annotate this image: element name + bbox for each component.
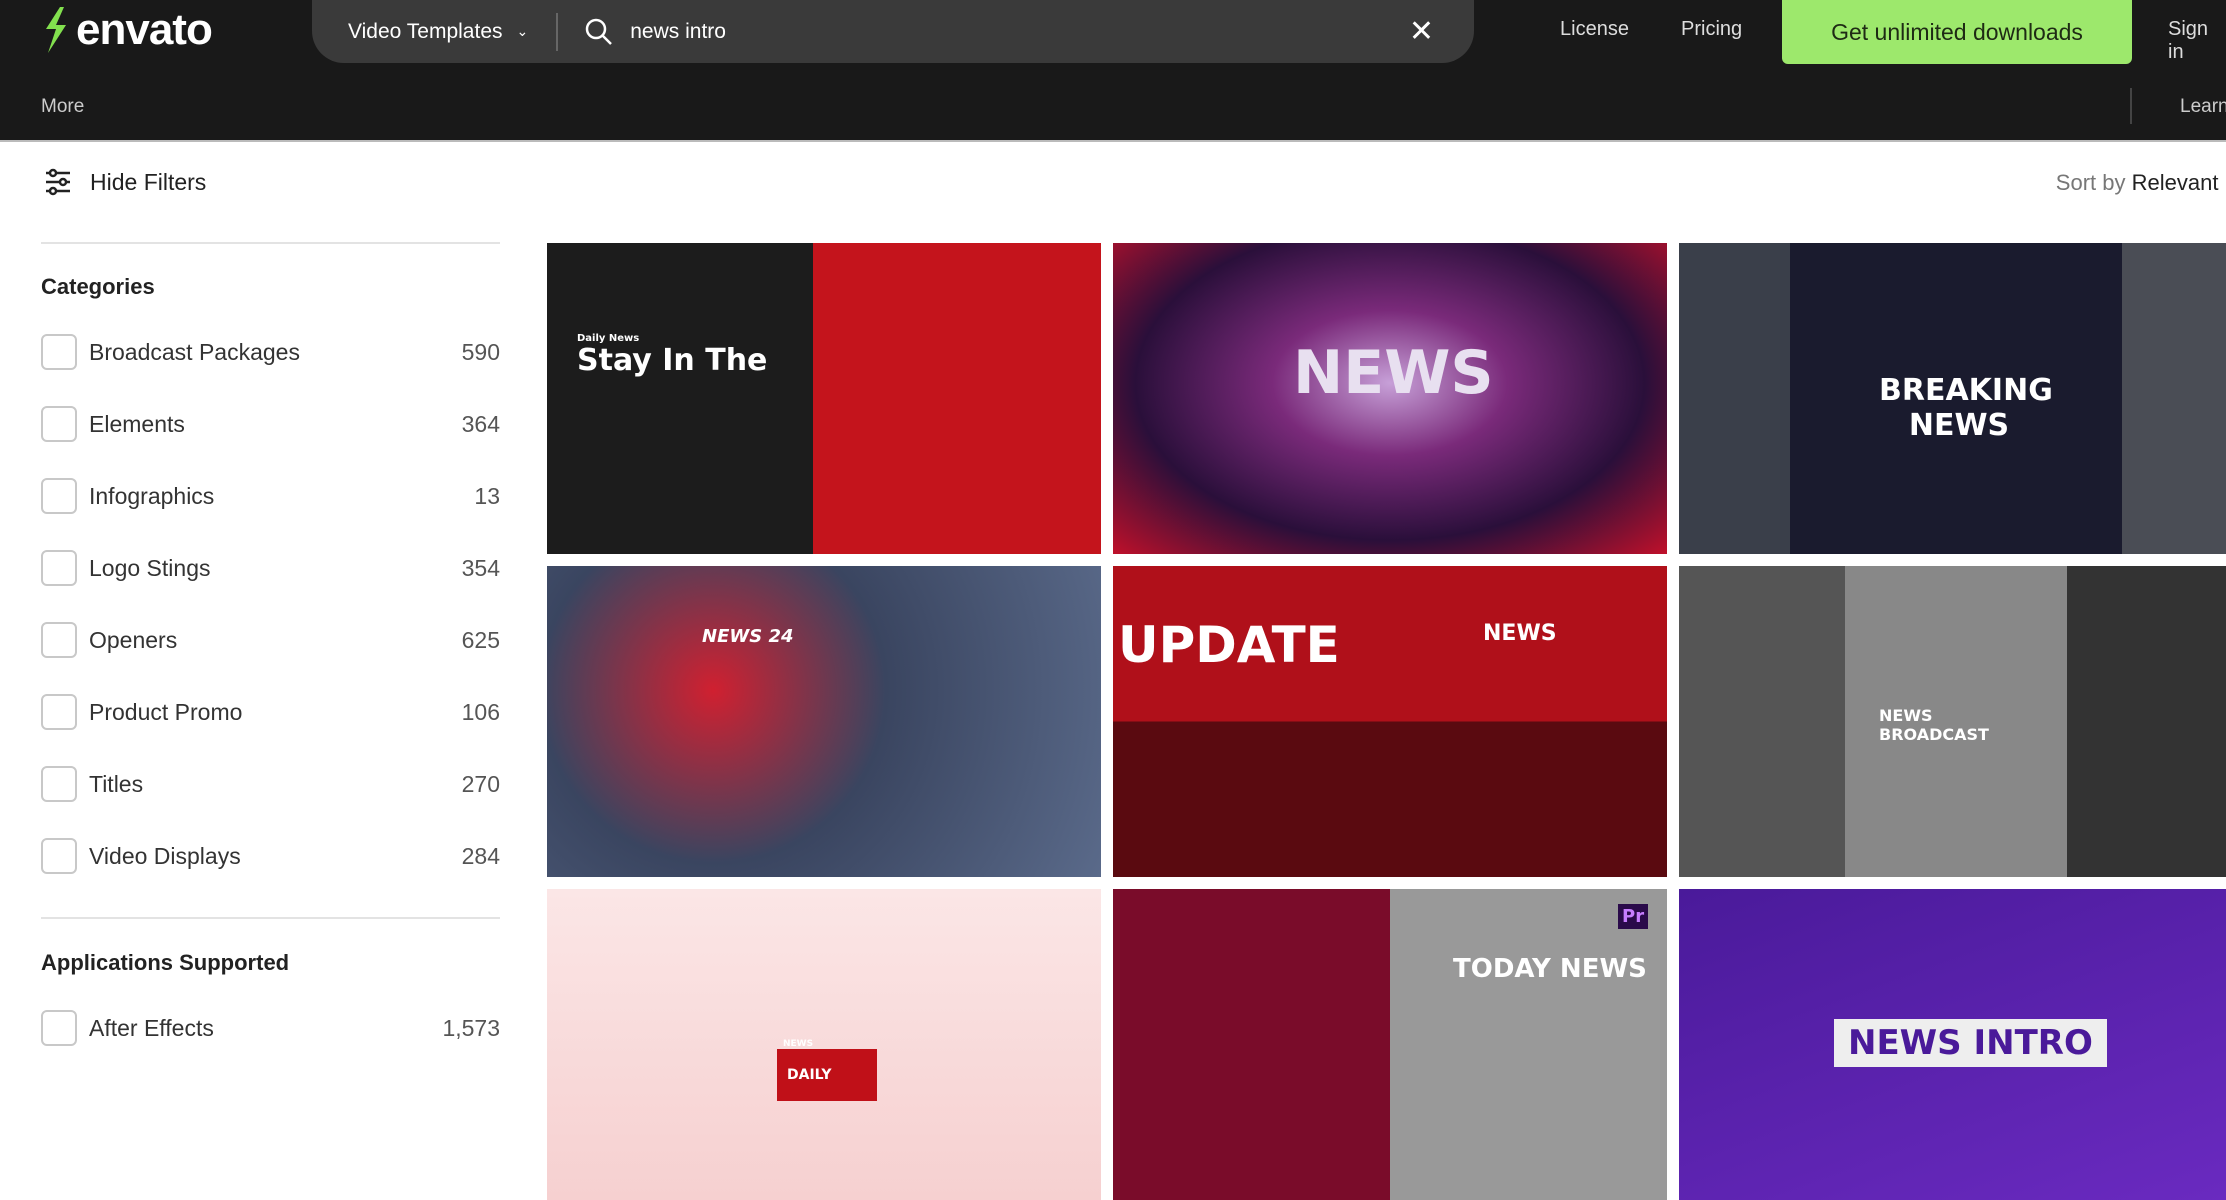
thumbnail-title: NEWS 24: [702, 626, 794, 647]
divider: [41, 242, 500, 244]
thumbnail-subtitle: NEWS: [1483, 621, 1557, 646]
category-filter[interactable]: Titles 270: [41, 766, 500, 802]
checkbox[interactable]: [41, 1010, 77, 1046]
nav-pricing[interactable]: Pricing: [1681, 18, 1742, 41]
filter-count: 625: [461, 626, 500, 653]
thumbnail-title: UPDATE: [1118, 616, 1340, 674]
result-thumbnail[interactable]: BREAKING NEWS: [1679, 243, 2226, 554]
result-thumbnail[interactable]: DAILY NEWS: [547, 889, 1101, 1200]
filter-count: 284: [461, 842, 500, 869]
filter-label: Logo Stings: [89, 554, 211, 581]
checkbox[interactable]: [41, 694, 77, 730]
search-icon: [585, 18, 613, 45]
filter-label: Broadcast Packages: [89, 338, 300, 365]
checkbox[interactable]: [41, 766, 77, 802]
result-thumbnail[interactable]: Stay In The Daily News: [547, 243, 1101, 554]
category-filter[interactable]: Video Displays 284: [41, 838, 500, 874]
search-bar: Video Templates ⌄ news intro ✕: [312, 0, 1474, 63]
thumbnail-title: Stay In The: [577, 343, 768, 378]
thumbnail-title: DAILY: [777, 1049, 877, 1101]
filter-label: Titles: [89, 770, 144, 797]
category-label: Video Templates: [348, 19, 503, 43]
checkbox[interactable]: [41, 478, 77, 514]
thumbnail-title: TODAY NEWS: [1453, 954, 1647, 984]
result-thumbnail[interactable]: NEWS 24: [547, 566, 1101, 877]
close-icon[interactable]: ✕: [1409, 14, 1434, 49]
checkbox[interactable]: [41, 622, 77, 658]
checkbox[interactable]: [41, 406, 77, 442]
filter-count: 270: [461, 770, 500, 797]
hide-filters-label: Hide Filters: [90, 168, 207, 195]
category-filter[interactable]: Infographics 13: [41, 478, 500, 514]
filter-count: 1,573: [442, 1014, 500, 1041]
thumbnail-title: NEWS BROADCAST: [1879, 706, 1989, 744]
application-filter[interactable]: After Effects 1,573: [41, 1010, 500, 1046]
checkbox[interactable]: [41, 838, 77, 874]
checkbox[interactable]: [41, 550, 77, 586]
filter-count: 106: [461, 698, 500, 725]
filter-label: Openers: [89, 626, 178, 653]
filter-count: 364: [461, 410, 500, 437]
divider: [41, 917, 500, 919]
sort-dropdown[interactable]: Sort by Relevant ⌄: [2056, 170, 2226, 196]
get-unlimited-downloads-button[interactable]: Get unlimited downloads: [1782, 0, 2132, 64]
result-thumbnail[interactable]: TODAY NEWS Pr: [1113, 889, 1667, 1200]
hide-filters-button[interactable]: Hide Filters: [44, 168, 206, 196]
result-thumbnail[interactable]: NEWS: [1113, 243, 1667, 554]
category-filter[interactable]: Openers 625: [41, 622, 500, 658]
filter-label: Infographics: [89, 482, 215, 509]
filter-count: 13: [474, 482, 500, 509]
category-filter[interactable]: Logo Stings 354: [41, 550, 500, 586]
logo-text: envato: [76, 5, 213, 54]
applications-heading: Applications Supported: [41, 950, 290, 975]
result-thumbnail[interactable]: NEWS INTRO: [1679, 889, 2226, 1200]
checkbox[interactable]: [41, 334, 77, 370]
search-input[interactable]: news intro: [630, 20, 1409, 44]
thumbnail-subtitle: Daily News: [577, 333, 640, 344]
result-thumbnail[interactable]: UPDATE NEWS: [1113, 566, 1667, 877]
category-filter[interactable]: Broadcast Packages 590: [41, 334, 500, 370]
thumbnail-subtitle: NEWS: [783, 1039, 814, 1049]
thumbnail-subtitle: Pr: [1618, 904, 1649, 929]
categories-heading: Categories: [41, 274, 155, 299]
filter-label: After Effects: [89, 1014, 214, 1041]
filter-label: Elements: [89, 410, 185, 437]
sign-in-link[interactable]: Sign in: [2168, 18, 2226, 64]
divider: [2130, 88, 2132, 124]
bolt-icon: [46, 7, 66, 53]
top-header: envato Video Templates ⌄ news intro ✕ Lic…: [0, 0, 2226, 142]
thumbnail-title: BREAKING NEWS: [1879, 373, 2053, 443]
more-menu[interactable]: More: [41, 96, 84, 118]
nav-license[interactable]: License: [1560, 18, 1629, 41]
sliders-icon: [46, 168, 70, 196]
sort-prefix: Sort by: [2055, 170, 2126, 195]
filter-count: 590: [461, 338, 500, 365]
sort-value: Relevant: [2131, 170, 2219, 195]
chevron-down-icon: ⌄: [516, 23, 529, 39]
result-thumbnail[interactable]: NEWS BROADCAST: [1679, 566, 2226, 877]
category-filter[interactable]: Elements 364: [41, 406, 500, 442]
filter-count: 354: [461, 554, 500, 581]
filter-label: Video Displays: [89, 842, 241, 869]
thumbnail-title: NEWS INTRO: [1834, 1019, 2107, 1067]
envato-logo[interactable]: envato: [40, 2, 213, 58]
divider: [556, 12, 559, 51]
learn-link[interactable]: Learn: [2180, 96, 2226, 118]
filter-label: Product Promo: [89, 698, 243, 725]
thumbnail-title: NEWS: [1293, 338, 1494, 408]
category-filter[interactable]: Product Promo 106: [41, 694, 500, 730]
category-dropdown[interactable]: Video Templates ⌄: [348, 20, 528, 44]
